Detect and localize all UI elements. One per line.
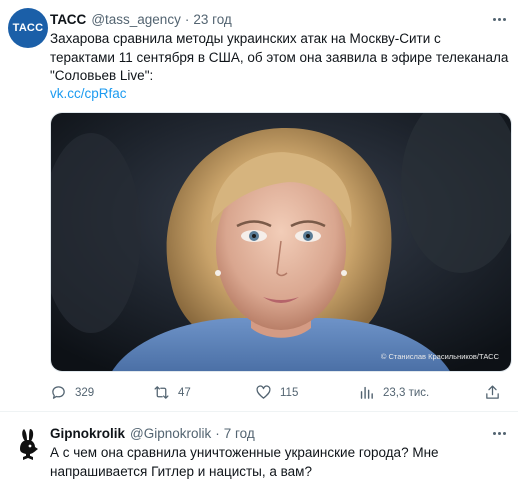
like-count: 115	[280, 386, 299, 399]
avatar-logo-text: ТАСС	[12, 22, 44, 34]
reply-icon	[52, 386, 65, 399]
reply-button[interactable]: 329	[50, 384, 94, 401]
views-icon	[360, 386, 373, 399]
reply-time[interactable]: 7 год	[224, 426, 255, 441]
reply-author-name[interactable]: Gipnokrolik	[50, 426, 125, 441]
author-name[interactable]: ТАСС	[50, 12, 86, 27]
photo-credit: © Станислав Красильников/ТАСС	[380, 352, 499, 361]
views-count: 23,3 тис.	[383, 386, 430, 399]
author-handle[interactable]: @tass_agency	[91, 12, 181, 27]
separator-dot: ·	[184, 12, 190, 27]
retweet-count: 47	[178, 386, 191, 399]
tweet-text-line: терактами 11 сентября в США, об этом она…	[50, 49, 509, 65]
reply-count: 329	[75, 386, 95, 399]
reply-header: Gipnokrolik @Gipnokrolik · 7 год	[50, 426, 255, 441]
views-button[interactable]: 23,3 тис.	[358, 384, 429, 401]
playboy-bunny-icon	[8, 423, 48, 463]
share-button[interactable]	[484, 384, 501, 406]
reply-text-line: А с чем она сравнила уничтоженные украин…	[50, 445, 439, 460]
reply-text: А с чем она сравнила уничтоженные украин…	[50, 444, 510, 481]
separator-dot: ·	[215, 426, 220, 441]
retweet-button[interactable]: 47	[153, 384, 191, 401]
like-icon	[256, 385, 271, 399]
tweet-text: Захарова сравнила методы украинских атак…	[50, 30, 510, 86]
tweet-header: ТАСС @tass_agency · 23 год	[50, 12, 232, 27]
avatar-gipnokrolik[interactable]	[8, 423, 48, 463]
tweet-text-line: Захарова сравнила методы украинских атак…	[50, 31, 441, 46]
tweet-text-line: "Соловьев Live":	[50, 68, 154, 83]
tweet-time[interactable]: 23 год	[193, 12, 231, 27]
reply-text-line: напрашивается Гитлер и нацисты, а вам?	[50, 463, 312, 479]
tweet-link[interactable]: vk.cc/cpRfac	[50, 86, 127, 101]
reply-author-handle[interactable]: @Gipnokrolik	[130, 426, 211, 441]
more-icon[interactable]	[490, 12, 508, 26]
retweet-icon	[154, 386, 169, 399]
more-icon[interactable]	[490, 426, 508, 440]
photo-image	[51, 113, 511, 371]
tweet-tass[interactable]: ТАСС ТАСС @tass_agency · 23 год Захарова…	[0, 0, 518, 412]
tweet-photo[interactable]: © Станислав Красильников/ТАСС	[50, 112, 512, 372]
avatar-tass[interactable]: ТАСС	[8, 8, 48, 48]
tweet-actions: 329 47 115 23,3 тис.	[50, 384, 470, 404]
share-icon	[486, 385, 499, 399]
like-button[interactable]: 115	[255, 384, 298, 401]
